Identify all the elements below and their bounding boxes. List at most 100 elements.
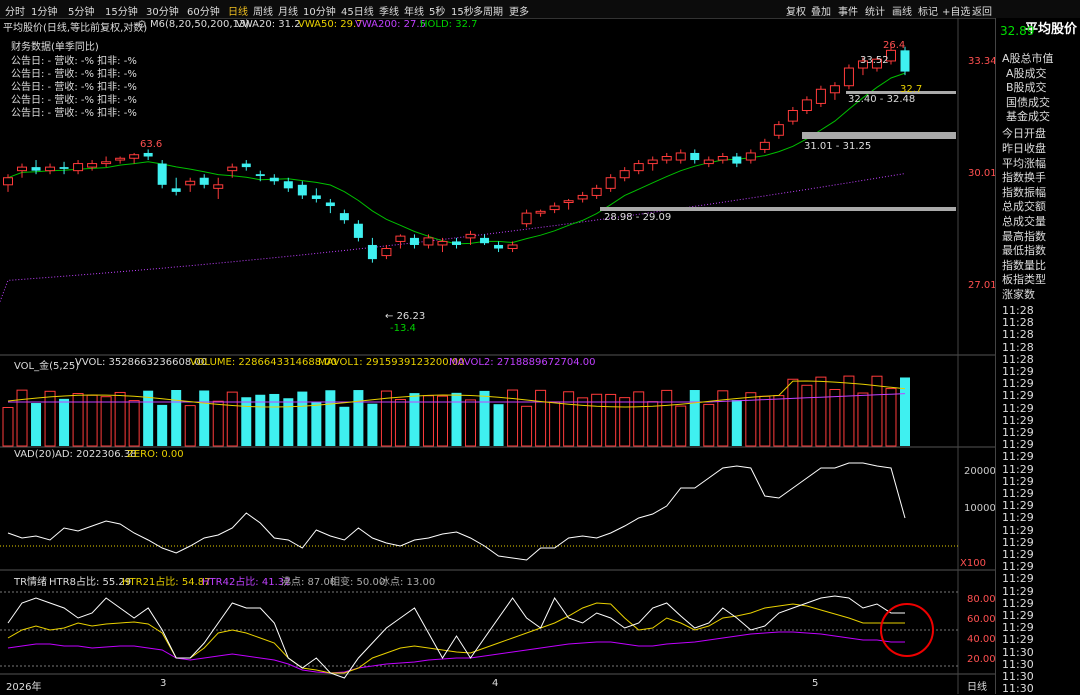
toolbar-button[interactable]: 复权 bbox=[786, 3, 806, 18]
period-tab[interactable]: 5分钟 bbox=[68, 3, 94, 18]
period-tab[interactable]: 5秒 bbox=[429, 3, 445, 18]
finance-title: 财务数据(单季同比) bbox=[11, 42, 99, 53]
tick-time: 11:29 bbox=[1002, 535, 1034, 549]
toolbar-button[interactable]: 返回 bbox=[972, 3, 992, 18]
candle-body bbox=[367, 244, 377, 260]
volume-bar bbox=[367, 403, 378, 446]
quote-field-label: 最高指数 bbox=[1002, 229, 1046, 243]
vwa200-line bbox=[0, 173, 906, 302]
resist-label: 33.52 bbox=[860, 55, 889, 66]
period-tab[interactable]: 1分钟 bbox=[31, 3, 57, 18]
toolbar-button[interactable]: 统计 bbox=[865, 3, 885, 18]
quote-field-label: 今日开盘 bbox=[1002, 127, 1046, 141]
toolbar-button[interactable]: 画线 bbox=[892, 3, 912, 18]
period-toolbar: 分时 1分钟 5分钟 15分钟 30分钟 60分钟 日线 周线 月线 10分钟 45日线 季线 年线 5秒… bbox=[0, 0, 1080, 19]
candle-body bbox=[325, 202, 335, 207]
vad-header-ad: AD: 2022306.38 bbox=[55, 449, 137, 460]
price-axis-label: 33.34 bbox=[968, 56, 997, 67]
tick-time: 11:28 bbox=[1002, 304, 1034, 317]
period-tab[interactable]: 60分钟 bbox=[187, 3, 220, 18]
support-bar bbox=[600, 207, 956, 211]
tick-time: 11:29 bbox=[1002, 426, 1034, 439]
tr-header-htr42: HTR42占比: 41.32 bbox=[202, 577, 291, 588]
main-header-vwa50: VWA50: 29.7 bbox=[298, 19, 363, 30]
toolbar-button[interactable]: 事件 bbox=[838, 3, 858, 18]
period-tab[interactable]: 日线 bbox=[228, 3, 248, 18]
period-tab[interactable]: 季线 bbox=[379, 3, 399, 18]
date-axis-year: 2026年 bbox=[6, 682, 42, 693]
tr-multiplier: X100 bbox=[960, 558, 986, 569]
candle-body bbox=[605, 177, 616, 189]
candle-body bbox=[185, 180, 196, 186]
candle-body bbox=[521, 212, 532, 225]
tick-time: 11:30 bbox=[1002, 682, 1034, 695]
volume-bar bbox=[199, 390, 210, 446]
main-header-ma: M6(8,20,50,200,13) bbox=[150, 19, 250, 30]
candle-body bbox=[452, 241, 461, 245]
volume-bar bbox=[703, 403, 715, 447]
candle-body bbox=[409, 237, 419, 245]
candle-body bbox=[563, 200, 574, 204]
volume-bar bbox=[843, 375, 855, 447]
tick-time: 11:28 bbox=[1002, 340, 1034, 354]
volume-bar bbox=[171, 390, 182, 446]
volume-bar bbox=[885, 388, 897, 447]
period-tab[interactable]: 30分钟 bbox=[146, 3, 179, 18]
tick-time: 11:29 bbox=[1002, 474, 1034, 488]
candle-body bbox=[199, 177, 209, 185]
period-tab[interactable]: 分时 bbox=[5, 3, 25, 18]
tick-time: 11:30 bbox=[1002, 670, 1034, 683]
volume-bar bbox=[339, 406, 350, 446]
volume-bar bbox=[619, 397, 631, 447]
tick-time: 11:28 bbox=[1002, 352, 1034, 366]
volume-bar bbox=[563, 391, 575, 447]
vad-axis-label: 20000 bbox=[964, 466, 996, 477]
period-tab[interactable]: 15分钟 bbox=[105, 3, 138, 18]
chart-canvas[interactable] bbox=[0, 18, 995, 694]
candle-body bbox=[353, 223, 363, 238]
period-tab[interactable]: 10分钟 bbox=[303, 3, 336, 18]
candle-body bbox=[787, 109, 798, 122]
settings-gear-icon[interactable]: ⚙ bbox=[137, 18, 147, 31]
toolbar-button[interactable]: +自选 bbox=[942, 3, 970, 18]
tick-time: 11:29 bbox=[1002, 462, 1034, 476]
period-tab[interactable]: 更多 bbox=[509, 3, 529, 18]
volume-bar bbox=[829, 388, 841, 447]
volume-bar bbox=[212, 400, 224, 447]
period-tab[interactable]: 年线 bbox=[404, 3, 424, 18]
period-tab[interactable]: 多周期 bbox=[473, 3, 503, 18]
period-tab[interactable]: 周线 bbox=[253, 3, 273, 18]
tick-time: 11:29 bbox=[1002, 560, 1034, 574]
candle-body bbox=[465, 233, 476, 239]
volume-bar bbox=[325, 390, 336, 446]
candle-body bbox=[732, 156, 742, 164]
volume-bar bbox=[493, 404, 504, 446]
volume-bar bbox=[633, 391, 645, 447]
period-tab[interactable]: 45日线 bbox=[341, 3, 374, 18]
period-tab[interactable]: 15秒 bbox=[451, 3, 474, 18]
vol-header-vvol: VVOL: 3528663236608.00 bbox=[75, 357, 208, 368]
candle-body bbox=[213, 184, 224, 189]
volume-bar bbox=[297, 391, 308, 446]
tick-time: 11:29 bbox=[1002, 413, 1034, 427]
candle-body bbox=[339, 213, 349, 221]
peak-left-label: 63.6 bbox=[140, 139, 163, 150]
period-label[interactable]: 日线 bbox=[967, 678, 987, 693]
quote-field-label: A股总市值 bbox=[1002, 52, 1054, 65]
tick-time: 11:29 bbox=[1002, 523, 1034, 537]
toolbar-button[interactable]: 叠加 bbox=[811, 3, 831, 18]
toolbar-button[interactable]: 标记 bbox=[918, 3, 938, 18]
volume-bar bbox=[226, 391, 238, 447]
low-pct-label: -13.4 bbox=[390, 323, 416, 334]
tick-time: 11:29 bbox=[1002, 609, 1034, 622]
volume-bar bbox=[479, 390, 490, 446]
vol-header-mavol1: MAVOL1: 2915939123200.00 bbox=[318, 357, 465, 368]
date-axis-month: 3 bbox=[160, 678, 167, 689]
date-axis-month: 5 bbox=[812, 678, 819, 689]
candle-body bbox=[437, 240, 448, 246]
candle-body bbox=[675, 152, 686, 161]
volume-bar bbox=[184, 405, 196, 447]
candle-body bbox=[227, 166, 238, 172]
tr-header-htr8: HTR8占比: 55.29 bbox=[49, 577, 132, 588]
period-tab[interactable]: 月线 bbox=[278, 3, 298, 18]
